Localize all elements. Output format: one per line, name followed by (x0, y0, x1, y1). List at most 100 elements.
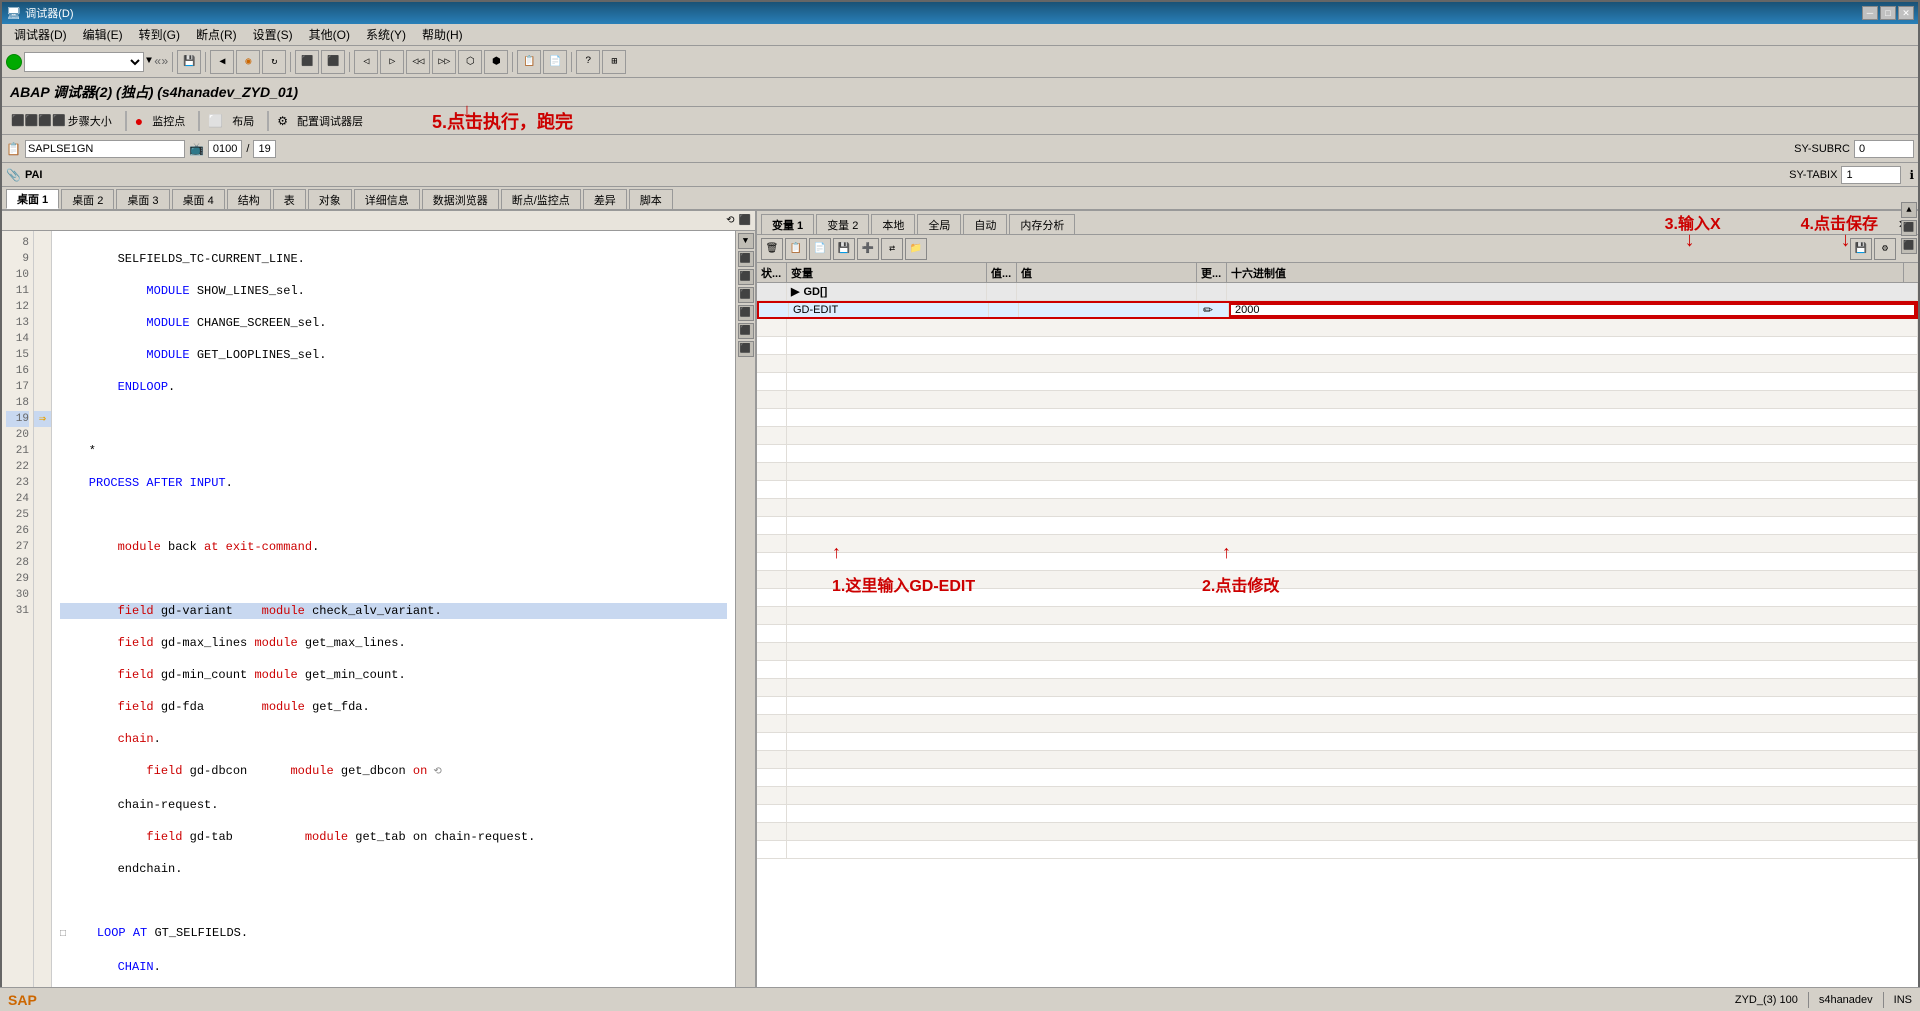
menu-goto[interactable]: 转到(G) (131, 24, 188, 45)
gd-edit-status-cell (759, 303, 789, 317)
btn6[interactable]: ▷▷ (432, 50, 456, 74)
var-toolbar: 🗑 📋 📄 💾 ➕ ⇄ 📁 💾 ⚙ ✕ (757, 235, 1918, 263)
code-panel-header: ⟲ ⬛ (2, 211, 755, 231)
gd-edit-hex-cell[interactable]: 2000 (1229, 303, 1916, 317)
gd-edit-more-cell[interactable]: ✏ (1199, 303, 1229, 317)
tab-desktop2[interactable]: 桌面 2 (61, 189, 114, 209)
btn4[interactable]: ▷ (380, 50, 404, 74)
tab-object[interactable]: 对象 (308, 189, 352, 209)
close-button[interactable]: ✕ (1898, 6, 1914, 20)
btn9[interactable]: 📋 (517, 50, 541, 74)
side-btn-5[interactable]: ⬛ (738, 305, 754, 321)
var-row-empty-15 (757, 571, 1918, 589)
code-line-20: field gd-max_lines module get_max_lines. (60, 635, 727, 651)
back-btn[interactable]: ◀ (210, 50, 234, 74)
header-icon-2[interactable]: ⬛ (739, 215, 751, 227)
btn3[interactable]: ◁ (354, 50, 378, 74)
var-tab-1[interactable]: 变量 1 (761, 214, 814, 234)
sep1 (172, 52, 173, 72)
menu-system[interactable]: 系统(Y) (358, 24, 414, 45)
btn8[interactable]: ⬢ (484, 50, 508, 74)
tab-table[interactable]: 表 (273, 189, 306, 209)
menu-other[interactable]: 其他(O) (301, 24, 358, 45)
var-row-gd-edit[interactable]: GD-EDIT ✏ 2000 (757, 301, 1918, 319)
var-config-btn[interactable]: ⚙ (1874, 238, 1896, 260)
side-btn-1[interactable]: ▼ (738, 233, 754, 249)
header-icon-1[interactable]: ⟲ (726, 215, 734, 227)
btn10[interactable]: 📄 (543, 50, 567, 74)
layout-btn[interactable]: 布局 (227, 110, 259, 132)
maximize-button[interactable]: □ (1880, 6, 1896, 20)
var-paste-btn[interactable]: 📄 (809, 238, 831, 260)
btn2[interactable]: ⬛ (321, 50, 345, 74)
var-save-btn[interactable]: 💾 (833, 238, 855, 260)
tab-diff[interactable]: 差异 (583, 189, 627, 209)
var-other-btn[interactable]: 📁 (905, 238, 927, 260)
var-delete-btn[interactable]: 🗑 (761, 238, 783, 260)
tab-desktop1[interactable]: 桌面 1 (6, 189, 59, 209)
screen-icon: 📺 (189, 142, 204, 156)
tab-browser[interactable]: 数据浏览器 (422, 189, 499, 209)
var-side-3[interactable]: ⬛ (1901, 238, 1917, 254)
menu-breakpoint[interactable]: 断点(R) (188, 24, 245, 45)
btn5[interactable]: ◁◁ (406, 50, 430, 74)
config-btn[interactable]: 配置调试器层 (292, 110, 368, 132)
var-add-btn[interactable]: ➕ (857, 238, 879, 260)
menu-settings[interactable]: 设置(S) (245, 24, 301, 45)
var-tab-local[interactable]: 本地 (871, 214, 915, 234)
toolbar-combo[interactable] (24, 52, 144, 72)
forward-btn[interactable]: ◉ (236, 50, 260, 74)
refresh-btn[interactable]: ↻ (262, 50, 286, 74)
side-btn-6[interactable]: ⬛ (738, 323, 754, 339)
var-save2-btn[interactable]: 💾 (1850, 238, 1872, 260)
code-side-panel: ▼ ⬛ ⬛ ⬛ ⬛ ⬛ ⬛ (735, 231, 755, 990)
tab-desktop3[interactable]: 桌面 3 (116, 189, 169, 209)
side-btn-4[interactable]: ⬛ (738, 287, 754, 303)
help-btn[interactable]: ? (576, 50, 600, 74)
var-row-empty-13 (757, 535, 1918, 553)
sy-tabix-label: SY-TABIX (1789, 169, 1837, 181)
line-value: 19 (253, 140, 275, 158)
tab-detail[interactable]: 详细信息 (354, 189, 420, 209)
tab-structure[interactable]: 结构 (227, 189, 271, 209)
code-line-14: * (60, 443, 727, 459)
tab-desktop4[interactable]: 桌面 4 (172, 189, 225, 209)
var-row-empty-27 (757, 787, 1918, 805)
side-btn-2[interactable]: ⬛ (738, 251, 754, 267)
var-row-empty-25 (757, 751, 1918, 769)
tab-script[interactable]: 脚本 (629, 189, 673, 209)
menu-debugger[interactable]: 调试器(D) (6, 24, 75, 45)
var-tab-2[interactable]: 变量 2 (816, 214, 869, 234)
toolbar-sep-1: «» (154, 55, 168, 69)
ext-btn[interactable]: ⊞ (602, 50, 626, 74)
var-side-2[interactable]: ⬛ (1901, 220, 1917, 236)
program-field[interactable] (25, 140, 185, 158)
var-row-empty-14 (757, 553, 1918, 571)
var-row-empty-2 (757, 337, 1918, 355)
var-row-empty-16 (757, 589, 1918, 607)
var-copy-btn[interactable]: 📋 (785, 238, 807, 260)
bottom-sep2 (1883, 992, 1884, 1008)
step-size-btn[interactable]: ⬛⬛⬛⬛ 步骤大小 (6, 110, 117, 132)
save-btn[interactable]: 💾 (177, 50, 201, 74)
var-tab-memory[interactable]: 内存分析 (1009, 214, 1075, 234)
side-btn-7[interactable]: ⬛ (738, 341, 754, 357)
btn1[interactable]: ⬛ (295, 50, 319, 74)
var-tab-global[interactable]: 全局 (917, 214, 961, 234)
expand-icon[interactable]: ▶ (791, 285, 799, 298)
bottom-status-bar: SAP ZYD_(3) 100 s4hanadev INS (0, 987, 1920, 1011)
btn7[interactable]: ⬡ (458, 50, 482, 74)
watchpoint-btn[interactable]: 监控点 (147, 110, 190, 132)
minimize-button[interactable]: ─ (1862, 6, 1878, 20)
side-btn-3[interactable]: ⬛ (738, 269, 754, 285)
arrow-down-run: ↓ (462, 100, 472, 123)
menu-help[interactable]: 帮助(H) (414, 24, 471, 45)
config-label: 配置调试器层 (297, 113, 363, 129)
var-side-1[interactable]: ▲ (1901, 211, 1917, 218)
menu-edit[interactable]: 编辑(E) (75, 24, 131, 45)
edit-pencil-icon[interactable]: ✏ (1203, 303, 1213, 317)
code-line-27 (60, 893, 727, 909)
var-tab-auto[interactable]: 自动 (963, 214, 1007, 234)
var-move-btn[interactable]: ⇄ (881, 238, 903, 260)
tab-breakpoint[interactable]: 断点/监控点 (501, 189, 581, 209)
